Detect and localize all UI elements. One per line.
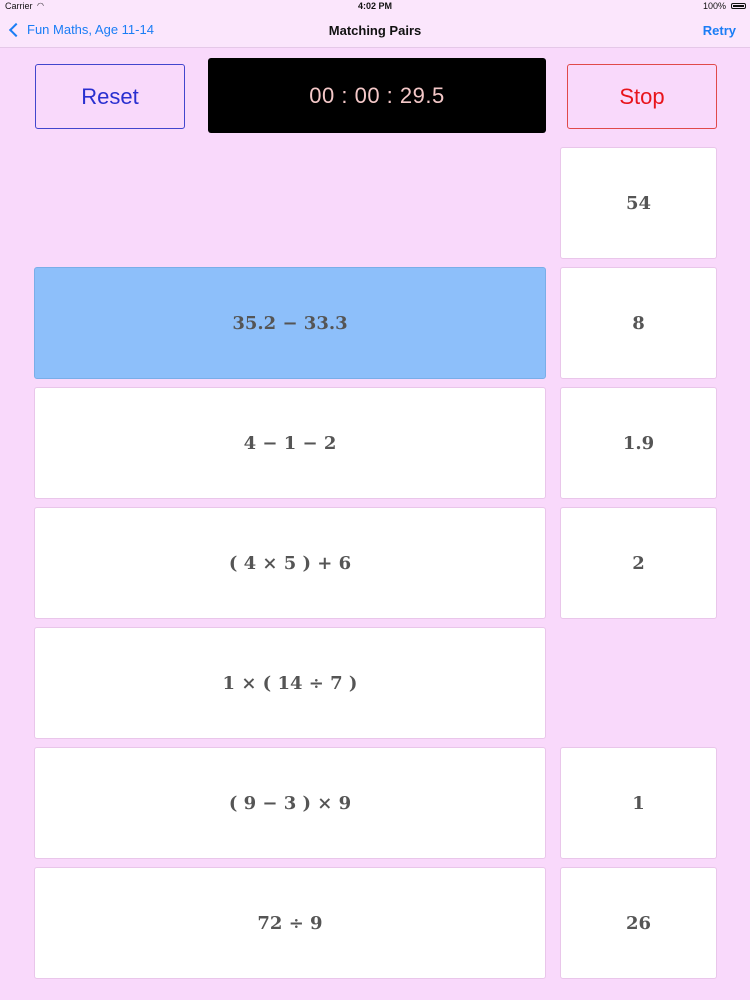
answer-card[interactable]: 54 [560, 147, 717, 259]
question-card[interactable]: 72 ÷ 9 [34, 867, 546, 979]
answer-text: 1.9 [622, 432, 655, 454]
battery-percent: 100% [702, 1, 726, 11]
answer-card[interactable]: 2 [560, 507, 717, 619]
question-card[interactable]: 35.2 − 33.3 [34, 267, 546, 379]
reset-button[interactable]: Reset [35, 64, 185, 129]
answer-text: 8 [632, 312, 645, 334]
status-bar: Carrier ◠ 4:02 PM 100% [0, 0, 750, 13]
question-text: 72 ÷ 9 [257, 912, 323, 934]
answer-text: 26 [625, 912, 652, 934]
answer-text: 54 [625, 192, 652, 214]
retry-button[interactable]: Retry [703, 23, 736, 38]
navigation-bar: Fun Maths, Age 11-14 Matching Pairs Retr… [0, 13, 750, 48]
page-title: Matching Pairs [328, 23, 422, 38]
stop-button[interactable]: Stop [567, 64, 717, 129]
answer-text: 1 [632, 792, 645, 814]
battery-icon [731, 3, 746, 9]
answer-card[interactable]: 1.9 [560, 387, 717, 499]
question-text: ( 9 − 3 ) × 9 [228, 792, 352, 814]
answer-card[interactable]: 1 [560, 747, 717, 859]
answer-card[interactable]: 26 [560, 867, 717, 979]
answer-text: 2 [632, 552, 645, 574]
question-card[interactable]: ( 4 × 5 ) + 6 [34, 507, 546, 619]
status-time: 4:02 PM [357, 1, 392, 11]
question-text: 4 − 1 − 2 [243, 432, 337, 454]
question-text: 1 × ( 14 ÷ 7 ) [222, 672, 358, 694]
question-card[interactable]: 1 × ( 14 ÷ 7 ) [34, 627, 546, 739]
question-text: ( 4 × 5 ) + 6 [228, 552, 352, 574]
answer-card[interactable]: 8 [560, 267, 717, 379]
timer-display: 00 : 00 : 29.5 [208, 58, 546, 133]
question-card[interactable]: 4 − 1 − 2 [34, 387, 546, 499]
question-text: 35.2 − 33.3 [232, 312, 348, 334]
question-card[interactable]: ( 9 − 3 ) × 9 [34, 747, 546, 859]
